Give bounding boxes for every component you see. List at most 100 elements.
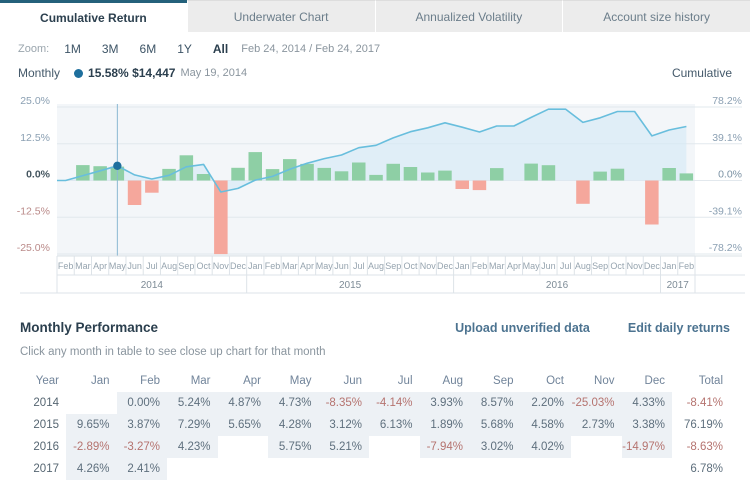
month-cell[interactable]: 4.33% (622, 392, 673, 414)
column-header: Total (672, 370, 730, 392)
month-cell[interactable]: 4.28% (268, 414, 319, 436)
month-cell[interactable]: 1.89% (420, 414, 471, 436)
zoom-all-button[interactable]: All (213, 42, 228, 56)
month-cell[interactable]: 5.68% (470, 414, 521, 436)
month-axis-label: Dec (230, 261, 247, 271)
month-cell[interactable]: 5.75% (268, 436, 319, 458)
left-axis-tick: -25.0% (17, 242, 50, 254)
monthly-return-bar[interactable] (128, 181, 142, 206)
month-cell[interactable]: -7.94% (420, 436, 471, 458)
month-cell[interactable]: 2.73% (571, 414, 622, 436)
right-axis-tick: -78.2% (709, 242, 742, 254)
month-cell[interactable]: 4.23% (167, 436, 218, 458)
month-cell[interactable]: 2.41% (117, 458, 168, 480)
month-cell[interactable]: 4.26% (66, 458, 117, 480)
month-cell[interactable]: 3.12% (319, 414, 370, 436)
date-range-label: Feb 24, 2014 / Feb 24, 2017 (241, 43, 380, 55)
month-cell[interactable]: 5.65% (218, 414, 269, 436)
monthly-return-bar[interactable] (352, 163, 366, 181)
monthly-return-bar[interactable] (404, 167, 418, 181)
monthly-return-bar[interactable] (231, 168, 245, 181)
month-cell[interactable]: 8.57% (470, 392, 521, 414)
month-cell[interactable]: -25.03% (571, 392, 622, 414)
monthly-return-bar[interactable] (542, 165, 556, 180)
month-cell[interactable]: 9.65% (66, 414, 117, 436)
table-row: 20174.26%2.41%6.78% (20, 458, 730, 480)
month-axis-label: Aug (368, 261, 384, 271)
year-axis-label: 2016 (546, 280, 569, 291)
monthly-return-bar[interactable] (593, 172, 607, 181)
month-cell[interactable]: -14.97% (622, 436, 673, 458)
column-header: Mar (167, 370, 218, 392)
month-axis-label: Jul (560, 261, 572, 271)
month-cell[interactable]: 6.13% (369, 414, 420, 436)
tab-account-size-history[interactable]: Account size history (562, 0, 750, 32)
monthly-return-bar[interactable] (387, 164, 401, 181)
monthly-return-bar[interactable] (680, 173, 694, 180)
monthly-return-bar[interactable] (93, 166, 107, 180)
month-cell[interactable]: -3.27% (117, 436, 168, 458)
month-cell[interactable]: -2.89% (66, 436, 117, 458)
month-cell[interactable]: -4.14% (369, 392, 420, 414)
monthly-return-bar[interactable] (490, 168, 504, 180)
zoom-6m-button[interactable]: 6M (140, 42, 157, 56)
month-cell[interactable]: 3.93% (420, 392, 471, 414)
month-cell[interactable]: 4.58% (521, 414, 572, 436)
month-axis-label: Jun (541, 261, 556, 271)
tab-cumulative-return[interactable]: Cumulative Return (0, 0, 187, 32)
zoom-3m-button[interactable]: 3M (102, 42, 119, 56)
month-cell[interactable]: 2.20% (521, 392, 572, 414)
monthly-return-bar[interactable] (249, 152, 263, 180)
monthly-return-bar[interactable] (662, 168, 676, 181)
monthly-return-bar[interactable] (611, 169, 625, 181)
left-axis-tick: 0.0% (26, 169, 51, 181)
cumulative-return-chart[interactable]: 25.0%78.2%12.5%39.1%0.0%0.0%-12.5%-39.1%… (0, 82, 750, 296)
month-cell[interactable]: 4.87% (218, 392, 269, 414)
month-axis-label: Feb (472, 261, 488, 271)
monthly-return-bar[interactable] (438, 171, 452, 181)
monthly-return-bar[interactable] (145, 181, 159, 193)
monthly-return-bar[interactable] (645, 181, 659, 225)
month-cell[interactable]: 5.24% (167, 392, 218, 414)
monthly-return-bar[interactable] (421, 173, 435, 181)
column-header: Aug (420, 370, 471, 392)
month-axis-label: Feb (679, 261, 695, 271)
month-cell[interactable]: 4.02% (521, 436, 572, 458)
monthly-return-bar[interactable] (369, 175, 383, 181)
monthly-return-bar[interactable] (576, 181, 590, 204)
monthly-return-bar[interactable] (197, 174, 211, 181)
month-cell[interactable]: 3.38% (622, 414, 673, 436)
right-axis-tick: 39.1% (712, 132, 742, 144)
total-cell: -8.63% (672, 436, 730, 458)
zoom-1m-button[interactable]: 1M (64, 42, 81, 56)
monthly-return-bar[interactable] (180, 155, 194, 180)
month-axis-label: Jul (353, 261, 365, 271)
zoom-1y-button[interactable]: 1Y (177, 42, 192, 56)
monthly-return-bar[interactable] (456, 181, 470, 190)
tab-underwater-chart[interactable]: Underwater Chart (187, 0, 375, 32)
month-axis-label: Oct (610, 261, 625, 271)
tab-label: Annualized Volatility (416, 10, 523, 24)
monthly-return-bar[interactable] (473, 181, 487, 191)
monthly-return-bar[interactable] (318, 168, 332, 181)
month-cell[interactable]: 0.00% (117, 392, 168, 414)
month-axis-label: Jun (334, 261, 349, 271)
month-axis-label: Nov (420, 261, 437, 271)
month-cell[interactable]: 5.21% (319, 436, 370, 458)
table-header-row: Monthly Performance Upload unverified da… (20, 320, 730, 335)
upload-unverified-data-link[interactable]: Upload unverified data (455, 321, 590, 335)
month-cell[interactable]: 3.87% (117, 414, 168, 436)
month-cell[interactable]: -8.35% (319, 392, 370, 414)
edit-daily-returns-link[interactable]: Edit daily returns (628, 321, 730, 335)
tab-label: Cumulative Return (40, 11, 147, 25)
month-axis-label: Feb (58, 261, 74, 271)
tab-annualized-volatility[interactable]: Annualized Volatility (375, 0, 563, 32)
year-cell: 2016 (20, 436, 66, 458)
monthly-return-bar[interactable] (524, 164, 538, 181)
month-cell[interactable]: 7.29% (167, 414, 218, 436)
month-cell[interactable]: 3.02% (470, 436, 521, 458)
monthly-return-bar[interactable] (76, 165, 90, 180)
monthly-return-bar[interactable] (335, 171, 349, 180)
month-cell[interactable]: 4.73% (268, 392, 319, 414)
monthly-return-bar[interactable] (300, 164, 314, 181)
